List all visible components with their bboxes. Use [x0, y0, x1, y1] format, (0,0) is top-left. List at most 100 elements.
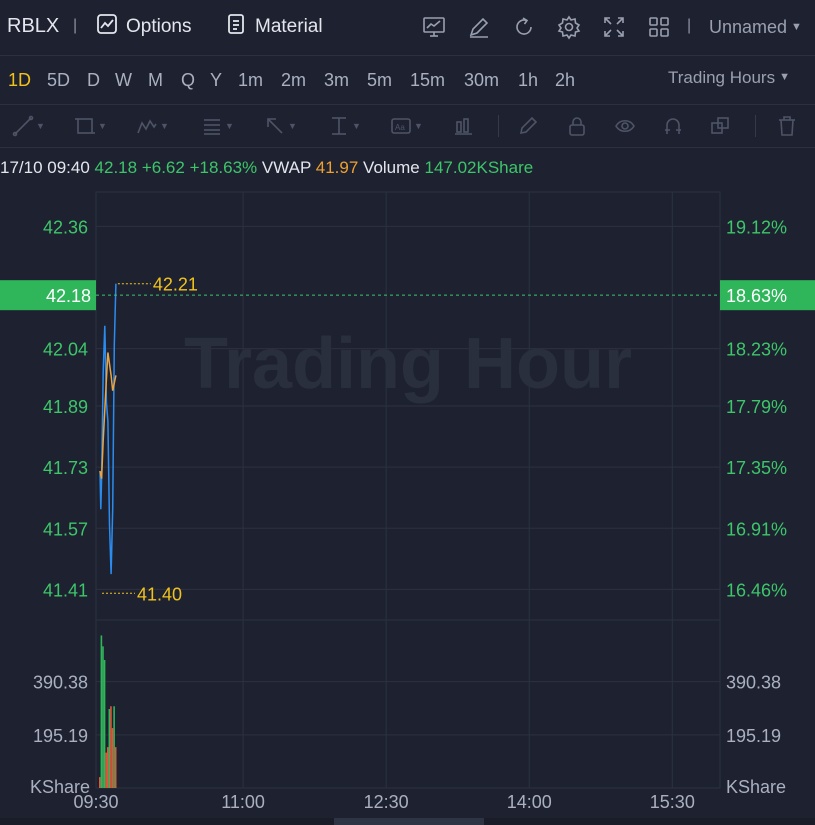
trading-hours-dropdown[interactable]: Trading Hours ▼: [668, 68, 790, 88]
volume-label: Volume: [363, 158, 420, 177]
right-tick-label: 19.12%: [726, 217, 787, 237]
trading-hours-label: Trading Hours: [668, 68, 776, 87]
right-tick-label: 16.46%: [726, 580, 787, 600]
chevron-down-icon: ▼: [779, 71, 790, 83]
period-5m[interactable]: 5m: [367, 70, 392, 91]
price-change: +6.62: [141, 158, 185, 177]
left-tick-label: 41.89: [43, 397, 88, 417]
period-2m[interactable]: 2m: [281, 70, 306, 91]
pattern-tool-icon[interactable]: ▼: [136, 113, 172, 139]
quote-info-row: 17/10 09:40 42.18 +6.62 +18.63% VWAP 41.…: [0, 158, 533, 178]
volume-bar: [113, 706, 115, 788]
volume-bar: [100, 635, 103, 788]
volume-tick-label: 195.19: [726, 726, 781, 746]
period-30m[interactable]: 30m: [464, 70, 499, 91]
period-d[interactable]: D: [87, 70, 100, 91]
fib-tool-icon[interactable]: ▼: [201, 113, 237, 139]
period-selector: 1D 5D D W M Q Y 1m 2m 3m 5m 15m 30m 1h 2…: [0, 56, 815, 105]
time-tick-label: 15:30: [650, 792, 695, 812]
period-1m[interactable]: 1m: [238, 70, 263, 91]
document-icon: [225, 13, 247, 41]
magnet-icon[interactable]: [662, 113, 698, 139]
ticker-symbol[interactable]: RBLX: [7, 15, 59, 38]
left-tick-label: 41.41: [43, 580, 88, 600]
current-pct-label: 18.63%: [726, 286, 787, 306]
volume-tick-label: 195.19: [33, 726, 88, 746]
options-chart-icon: [96, 13, 118, 41]
time-tick-label: 12:30: [364, 792, 409, 812]
quote-time: 17/10 09:40: [0, 158, 90, 177]
vwap-value: 41.97: [315, 158, 359, 177]
price-change-percent: +18.63%: [189, 158, 258, 177]
top-toolbar: RBLX | Options Material | Unnamed ▼: [0, 0, 815, 56]
line-tool-icon[interactable]: ▼: [12, 113, 48, 139]
period-m[interactable]: M: [148, 70, 163, 91]
last-price: 42.18: [94, 158, 138, 177]
fullscreen-icon[interactable]: [601, 14, 627, 40]
left-tick-label: 41.73: [43, 458, 88, 478]
scroll-handle[interactable]: [334, 818, 484, 825]
clone-icon[interactable]: [709, 113, 745, 139]
right-tick-label: 18.23%: [726, 340, 787, 360]
text-tool-icon[interactable]: Aa ▼: [390, 113, 426, 139]
time-tick-label: 11:00: [221, 792, 265, 812]
settings-gear-icon[interactable]: [556, 14, 582, 40]
arrow-tool-icon[interactable]: ▼: [264, 113, 300, 139]
current-price-label: 42.18: [46, 286, 91, 306]
period-q[interactable]: Q: [181, 70, 195, 91]
drawing-toolbar: ▼ ▼ ▼ ▼ ▼ ▼ Aa ▼: [0, 105, 815, 148]
draw-pen-icon[interactable]: [466, 14, 492, 40]
volume-tick-label: 390.38: [726, 673, 781, 693]
volume-bar: [111, 728, 114, 788]
period-1d[interactable]: 1D: [8, 70, 31, 91]
visibility-eye-icon[interactable]: [614, 113, 650, 139]
refresh-icon[interactable]: [511, 14, 537, 40]
left-tick-label: 42.36: [43, 217, 88, 237]
layout-name-dropdown[interactable]: Unnamed ▼: [709, 17, 802, 38]
edit-pen-icon[interactable]: [517, 113, 553, 139]
lock-icon[interactable]: [566, 113, 602, 139]
period-3m[interactable]: 3m: [324, 70, 349, 91]
period-5d[interactable]: 5D: [47, 70, 70, 91]
low-marker-label: 41.40: [137, 584, 182, 604]
trash-icon[interactable]: [776, 113, 812, 139]
indicator-icon[interactable]: [421, 14, 447, 40]
watermark-text: Trading Hour: [184, 324, 632, 404]
toolbar-divider: [498, 115, 499, 137]
svg-text:Aa: Aa: [395, 123, 405, 132]
left-tick-label: 41.57: [43, 519, 88, 539]
price-chart[interactable]: Trading Hour 42.36 42.04 41.89 41.73 41.57 41…: [0, 150, 815, 820]
rectangle-tool-icon[interactable]: ▼: [74, 113, 110, 139]
volume-bars: [99, 635, 117, 788]
options-label: Options: [126, 16, 192, 37]
volume-bar: [103, 659, 106, 788]
separator: |: [73, 17, 78, 34]
volume-bar: [102, 646, 104, 788]
volume-bar: [99, 777, 101, 788]
vwap-label: VWAP: [261, 158, 312, 177]
toolbar-divider: [755, 115, 756, 137]
period-15m[interactable]: 15m: [410, 70, 445, 91]
volume-bar: [108, 709, 111, 788]
layout-grid-icon[interactable]: [646, 14, 672, 40]
options-button[interactable]: Options: [96, 13, 191, 41]
material-button[interactable]: Material: [225, 13, 323, 41]
time-axis: 09:30 11:00 12:30 14:00 15:30: [73, 792, 694, 812]
price-lines: [99, 283, 117, 575]
period-1h[interactable]: 1h: [518, 70, 538, 91]
period-2h[interactable]: 2h: [555, 70, 575, 91]
volume-bar: [110, 706, 112, 788]
volume-bar: [114, 747, 117, 788]
scroll-bar[interactable]: [0, 818, 815, 825]
period-w[interactable]: W: [115, 70, 132, 91]
volume-value: 147.02KShare: [424, 158, 534, 177]
material-label: Material: [255, 16, 323, 37]
chevron-down-icon: ▼: [791, 21, 802, 33]
price-line: [99, 283, 117, 575]
period-y[interactable]: Y: [210, 70, 222, 91]
time-tick-label: 14:00: [507, 792, 552, 812]
measure-tool-icon[interactable]: ▼: [328, 113, 364, 139]
right-tick-label: 17.79%: [726, 397, 787, 417]
position-tool-icon[interactable]: [452, 113, 488, 139]
time-tick-label: 09:30: [73, 792, 118, 812]
